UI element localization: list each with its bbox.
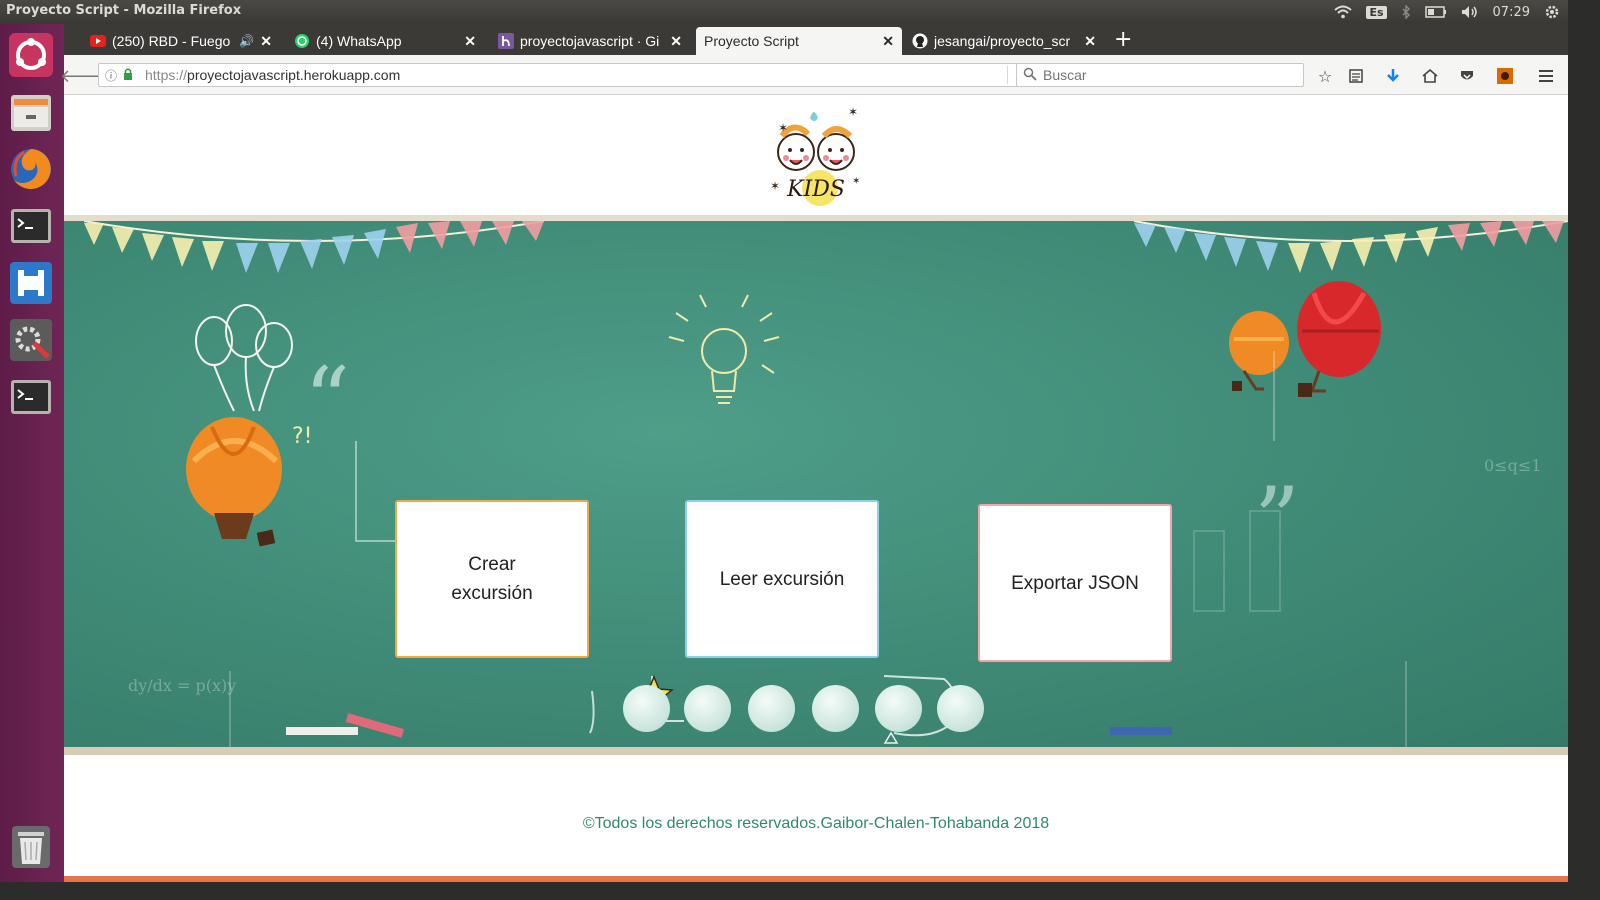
svg-text:✶: ✶ — [848, 105, 858, 119]
chalk-question-mark: ?! — [292, 424, 313, 449]
tab-label: proyectojavascript · Gi — [520, 33, 660, 49]
tab-github[interactable]: jesangai/proyecto_scr ✕ — [904, 27, 1104, 55]
lightbulb-icon — [668, 294, 780, 404]
hot-air-balloon-left — [186, 417, 282, 547]
lock-icon[interactable] — [123, 68, 137, 83]
create-excursion-button[interactable]: Crear excursión — [395, 500, 589, 658]
carousel-dot[interactable] — [875, 685, 922, 732]
volume-icon[interactable] — [1461, 5, 1479, 19]
tab-label: (250) RBD - Fuego (l — [112, 33, 236, 49]
window-title: Proyecto Script - Mozilla Firefox — [6, 3, 242, 18]
search-icon — [1023, 67, 1037, 84]
url-host: proyectojavascript.herokuapp.com — [187, 67, 401, 83]
bunting-left — [84, 221, 544, 273]
web-page: ✶ ✶ ✶ ✶ KIDS “ ” ?! dy/dx = p(x)y 0≤q≤1 … — [64, 95, 1568, 882]
battery-icon[interactable] — [1424, 6, 1447, 18]
svg-text:✶: ✶ — [770, 179, 780, 193]
tab-heroku[interactable]: proyectojavascript · Gi ✕ — [490, 27, 690, 55]
bookmark-star-icon[interactable]: ☆ — [1314, 65, 1336, 87]
create-excursion-label: Crear excursión — [451, 554, 533, 604]
url-text: https://proyectojavascript.herokuapp.com — [145, 67, 400, 83]
export-json-label: Exportar JSON — [1011, 572, 1139, 594]
search-bar[interactable] — [1016, 63, 1304, 87]
tab-bar: (250) RBD - Fuego (l 🔊 ✕ (4) WhatsApp ✕ … — [64, 24, 1568, 55]
white-chalk — [286, 727, 358, 735]
heroku-icon — [498, 33, 514, 49]
chalk-formula-left: dy/dx = p(x)y — [128, 676, 236, 695]
chalkboard-decorations: “ ” ?! dy/dx = p(x)y 0≤q≤1 — [83, 221, 1568, 747]
logo-text: KIDS — [786, 177, 845, 202]
chalkboard-banner: “ ” ?! dy/dx = p(x)y 0≤q≤1 Crear excursi… — [64, 215, 1568, 755]
navigation-toolbar: 🡐 ⓘ https://proyectojavascript.herokuapp… — [60, 55, 1568, 95]
blue-chalk — [1110, 727, 1172, 735]
read-excursion-label: Leer excursión — [719, 568, 845, 590]
tab-label: (4) WhatsApp — [316, 33, 402, 49]
footer-copyright: ©Todos los derechos reservados.Gaibor-Ch… — [582, 815, 1050, 832]
close-icon[interactable]: ✕ — [260, 33, 272, 50]
carousel-dot[interactable] — [623, 685, 670, 732]
carousel-dot[interactable] — [812, 685, 859, 732]
keyboard-layout-indicator[interactable]: Es — [1366, 5, 1387, 19]
reading-list-icon[interactable] — [1345, 65, 1367, 87]
tab-label: jesangai/proyecto_scr — [934, 33, 1071, 49]
back-arrow-icon[interactable]: 🡐 — [60, 64, 108, 88]
info-icon[interactable]: ⓘ — [105, 67, 123, 84]
svg-text:✶: ✶ — [778, 121, 788, 135]
carousel-dot[interactable] — [748, 685, 795, 732]
tab-youtube[interactable]: (250) RBD - Fuego (l 🔊 ✕ — [82, 27, 280, 55]
wifi-icon[interactable] — [1334, 5, 1353, 19]
download-icon[interactable] — [1382, 65, 1404, 87]
close-icon[interactable]: ✕ — [670, 33, 682, 50]
carousel-dot[interactable] — [937, 685, 984, 732]
menu-icon[interactable] — [1535, 65, 1557, 87]
close-icon[interactable]: ✕ — [464, 33, 476, 50]
ubuntu-dash-icon[interactable] — [6, 30, 56, 80]
speaker-icon[interactable]: 🔊 — [239, 34, 254, 48]
tab-proyecto-script[interactable]: Proyecto Script ✕ — [696, 27, 902, 55]
url-bar[interactable]: ⓘ https://proyectojavascript.herokuapp.c… — [98, 63, 1040, 87]
github-icon — [912, 33, 928, 49]
unity-launcher — [0, 24, 64, 882]
quote-close-icon: ” — [1254, 468, 1300, 573]
close-icon[interactable]: ✕ — [882, 33, 894, 50]
hot-air-balloon-right-large — [1297, 281, 1381, 397]
search-input[interactable] — [1043, 67, 1293, 83]
url-scheme: https:// — [145, 67, 188, 83]
system-tray: Es 07:29 — [1334, 0, 1560, 24]
files-icon[interactable] — [6, 87, 56, 137]
clock[interactable]: 07:29 — [1493, 5, 1530, 20]
home-icon[interactable] — [1419, 65, 1441, 87]
vscode-icon[interactable] — [6, 258, 56, 308]
export-json-button[interactable]: Exportar JSON — [978, 504, 1172, 662]
top-panel: Proyecto Script - Mozilla Firefox Es 07:… — [0, 0, 1568, 24]
terminal-icon[interactable] — [6, 201, 56, 251]
hot-air-balloon-right-small — [1229, 311, 1289, 391]
new-tab-icon[interactable]: + — [1114, 28, 1132, 52]
gear-icon[interactable] — [1544, 4, 1560, 20]
tab-whatsapp[interactable]: (4) WhatsApp ✕ — [286, 27, 484, 55]
system-settings-icon[interactable] — [6, 315, 56, 365]
whatsapp-icon — [294, 33, 310, 49]
extension-icon[interactable] — [1494, 65, 1516, 87]
terminal-icon[interactable] — [6, 372, 56, 422]
bluetooth-icon[interactable] — [1401, 5, 1411, 19]
youtube-icon — [90, 33, 106, 49]
bunting-right — [1134, 221, 1564, 273]
close-icon[interactable]: ✕ — [1084, 33, 1096, 50]
svg-text:✶: ✶ — [852, 176, 860, 187]
chalk-formula-right: 0≤q≤1 — [1484, 456, 1541, 475]
tab-label: Proyecto Script — [704, 33, 799, 49]
firefox-icon[interactable] — [6, 144, 56, 194]
url-divider — [1007, 66, 1008, 84]
read-excursion-button[interactable]: Leer excursión — [685, 500, 879, 658]
footer-bar — [64, 876, 1568, 882]
carousel-dot[interactable] — [684, 685, 731, 732]
chalk-balloons — [195, 304, 293, 412]
pocket-icon[interactable] — [1456, 65, 1478, 87]
kids-logo[interactable]: ✶ ✶ ✶ ✶ KIDS — [760, 100, 872, 210]
trash-icon[interactable] — [6, 822, 56, 872]
